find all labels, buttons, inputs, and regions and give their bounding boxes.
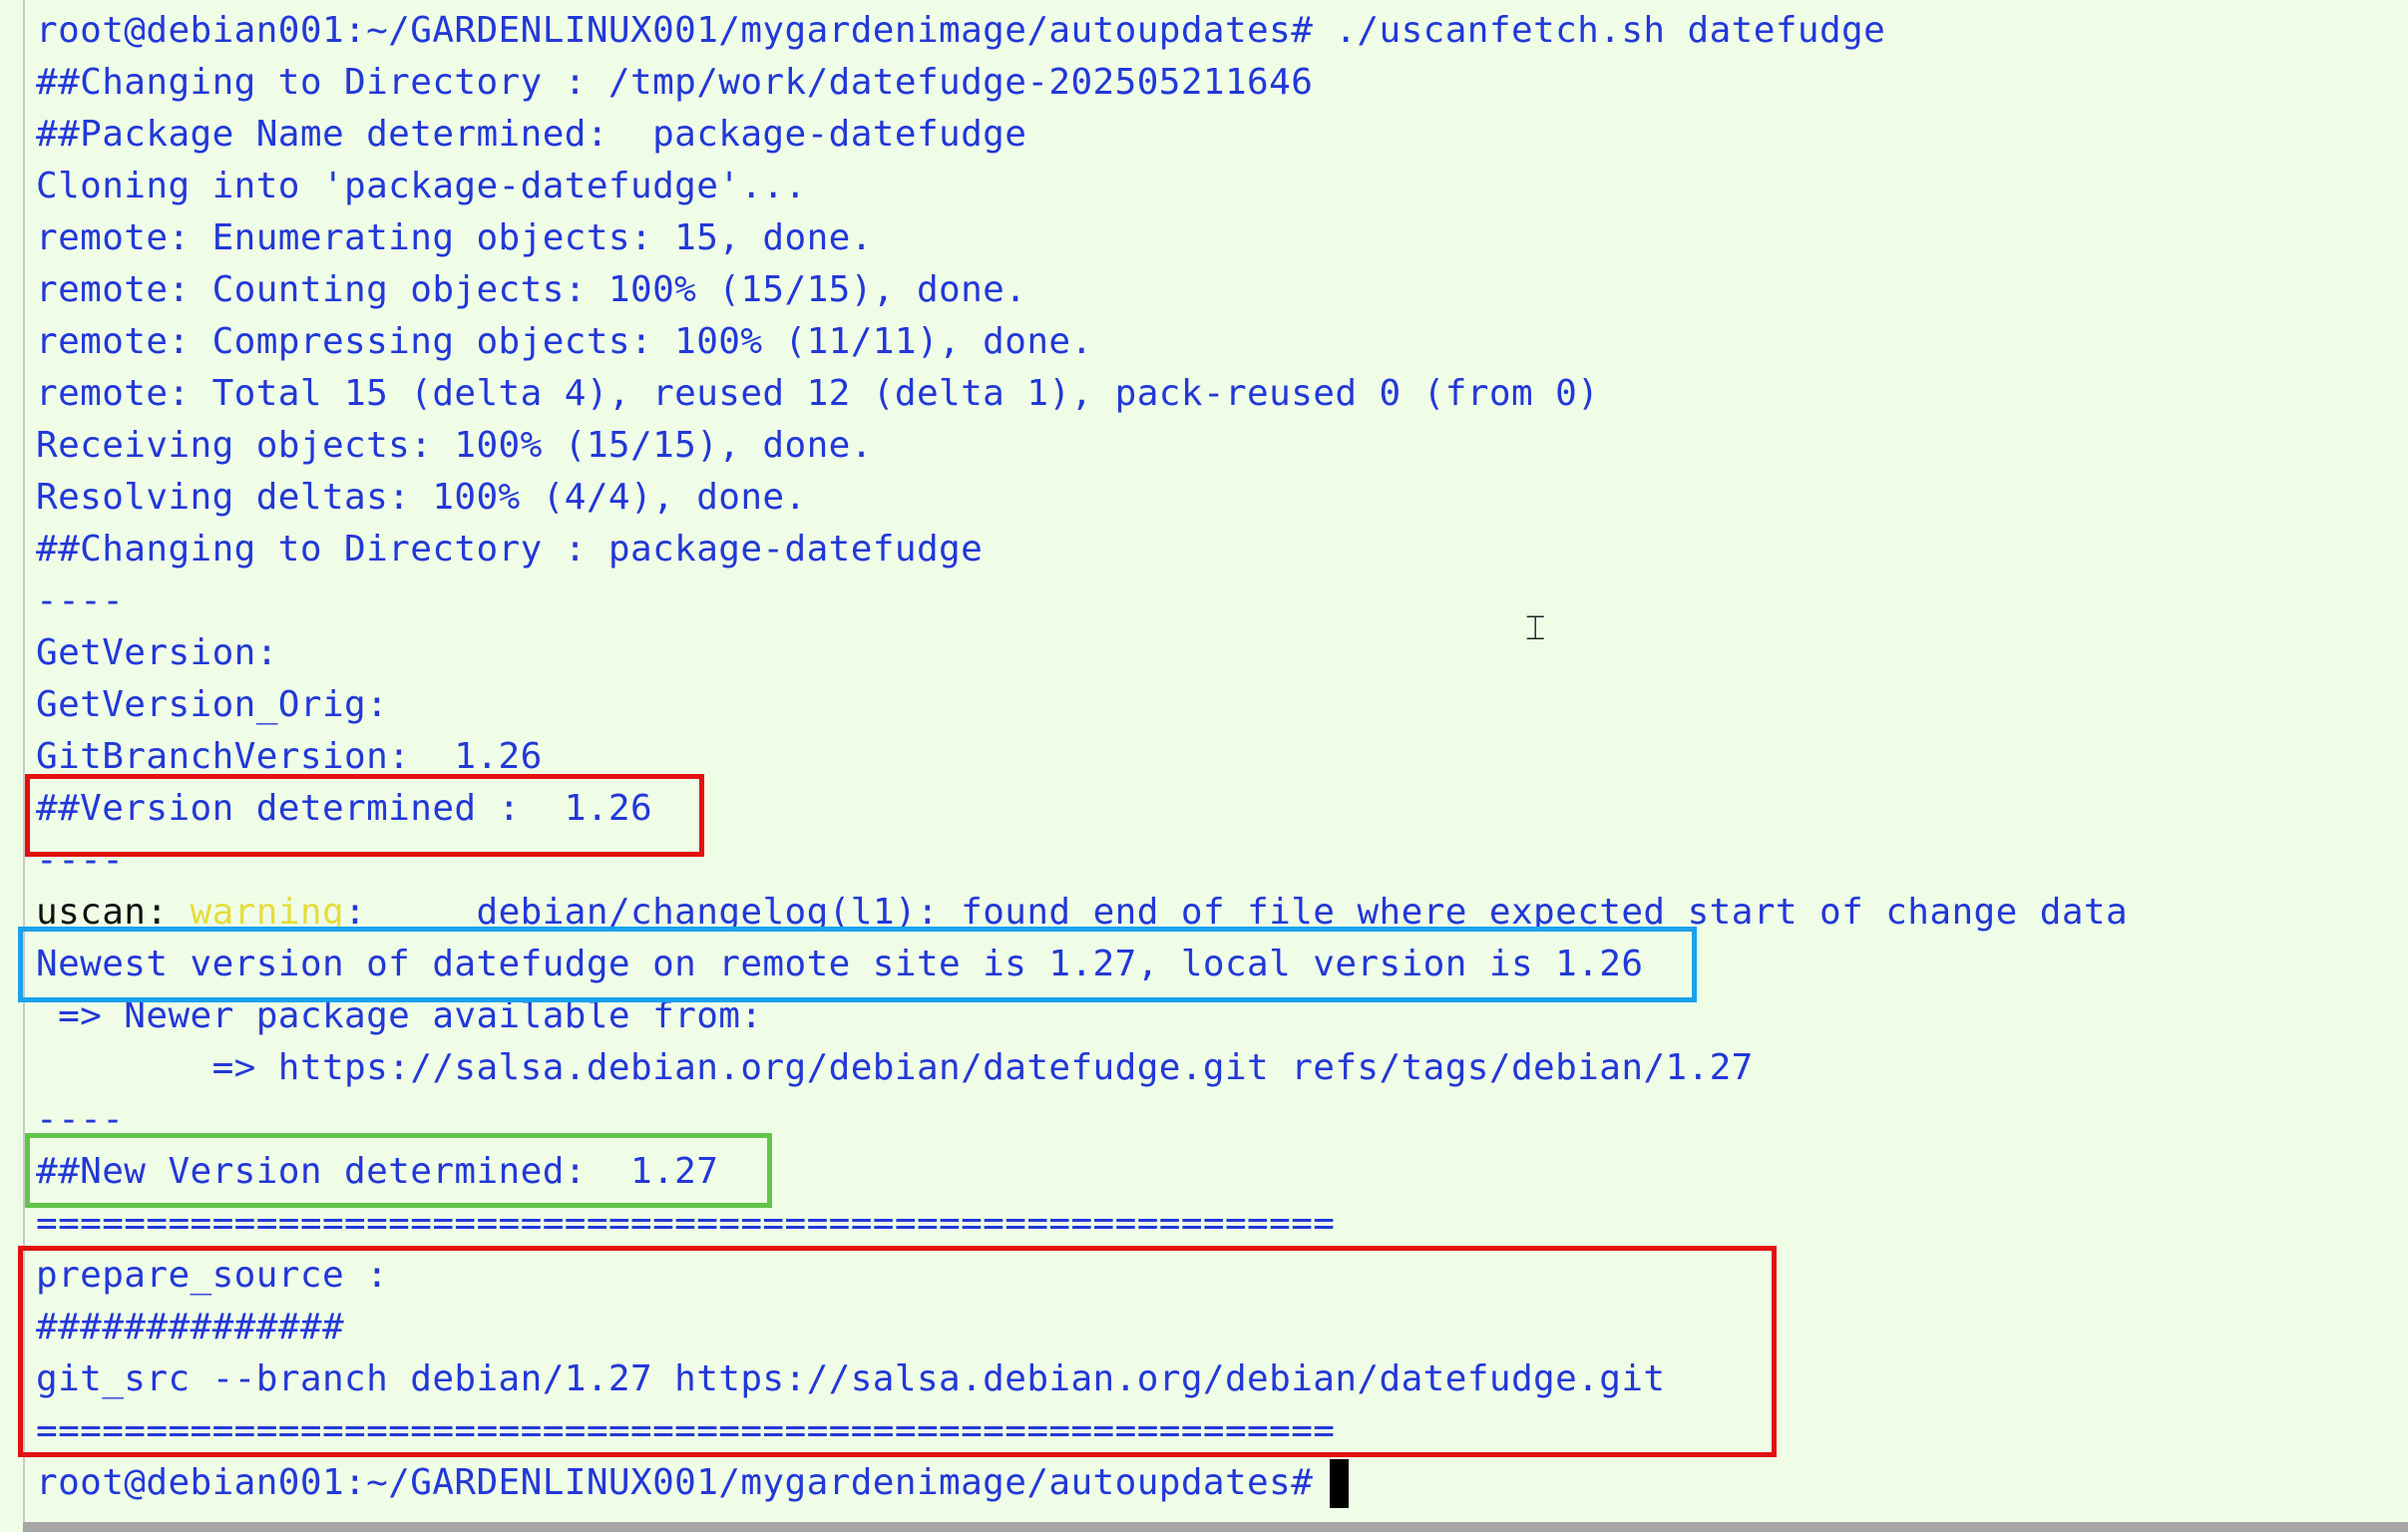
highlight-version-determined — [25, 774, 704, 857]
terminal-line: remote: Compressing objects: 100% (11/11… — [36, 321, 1093, 362]
text-ibeam-icon: ⌶ — [1525, 608, 1546, 648]
terminal-line: Resolving deltas: 100% (4/4), done. — [36, 477, 807, 518]
terminal-line: => https://salsa.debian.org/debian/datef… — [36, 1047, 1754, 1088]
terminal-line: remote: Counting objects: 100% (15/15), … — [36, 269, 1027, 310]
terminal-line: ##Changing to Directory : package-datefu… — [36, 529, 984, 570]
terminal-line: ---- — [36, 580, 125, 621]
terminal-line: Receiving objects: 100% (15/15), done. — [36, 425, 873, 466]
terminal-line: Cloning into 'package-datefudge'... — [36, 166, 807, 206]
terminal-line: GetVersion_Orig: — [36, 684, 389, 725]
block-cursor — [1330, 1459, 1349, 1508]
terminal-line: remote: Total 15 (delta 4), reused 12 (d… — [36, 373, 1600, 414]
terminal-line: ##Package Name determined: package-datef… — [36, 114, 1027, 155]
terminal-line: GetVersion: — [36, 632, 278, 673]
terminal-line: remote: Enumerating objects: 15, done. — [36, 217, 873, 258]
prompt-line[interactable]: root@debian001:~/GARDENLINUX001/mygarden… — [36, 1457, 2128, 1509]
highlight-prepare-source — [18, 1246, 1777, 1457]
terminal-line: ##Changing to Directory : /tmp/work/date… — [36, 62, 1314, 103]
scrollbar-bottom[interactable] — [23, 1522, 2408, 1532]
terminal-line: root@debian001:~/GARDENLINUX001/mygarden… — [36, 10, 1886, 51]
highlight-newest-version — [18, 927, 1697, 1002]
highlight-new-version — [25, 1133, 772, 1208]
